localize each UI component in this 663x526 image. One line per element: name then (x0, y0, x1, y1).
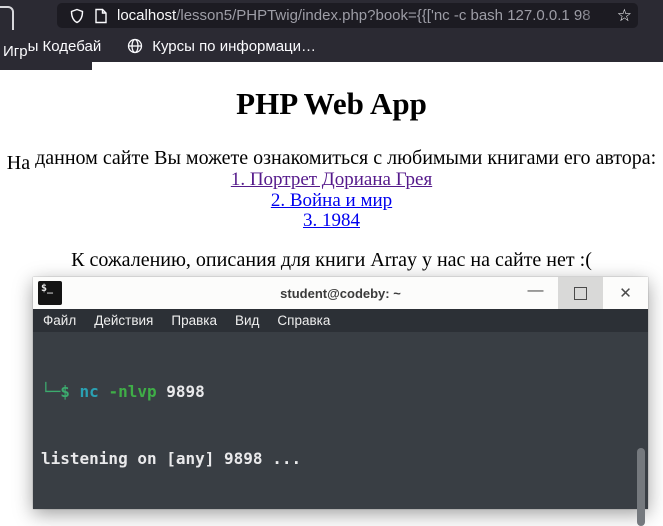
url-text[interactable]: localhost/lesson5/PHPTwig/index.php?book… (117, 3, 611, 28)
close-icon: ✕ (619, 285, 632, 302)
command: nc (79, 381, 99, 401)
web-page: PHP Web App На данном сайте Вы можете оз… (0, 62, 663, 272)
no-description-text: К сожалению, описания для книги Array у … (71, 248, 592, 271)
minimize-button[interactable]: — (513, 277, 558, 309)
menu-help[interactable]: Справка (268, 313, 339, 328)
book-link-2[interactable]: 2. Война и мир (0, 190, 663, 212)
terminal-titlebar[interactable]: $_ student@codeby: ~ — ✕ (33, 277, 648, 309)
bookmark-item-codeby[interactable]: Игр ы Кодебай (3, 37, 102, 60)
command-flags: -nlvp (108, 381, 157, 401)
intro-rest: данном сайте Вы можете ознакомиться с лю… (30, 147, 657, 170)
bookmark-item-courses[interactable]: Курсы по информаци… (127, 38, 316, 55)
bookmark-label-rest: ы Кодебай (27, 37, 102, 55)
menu-actions[interactable]: Действия (85, 313, 162, 328)
maximize-icon (574, 286, 587, 300)
browser-toolbar: localhost/lesson5/PHPTwig/index.php?book… (0, 0, 663, 36)
page-info-icon[interactable] (94, 8, 108, 24)
terminal-scrollbar-thumb[interactable] (637, 448, 645, 526)
terminal-menubar: Файл Действия Правка Вид Справка (33, 309, 648, 332)
bookmark-label-prefix: Игр (3, 42, 28, 60)
bookmarks-bar: Игр ы Кодебай Курсы по информаци… (0, 30, 663, 62)
menu-view[interactable]: Вид (226, 313, 268, 328)
maximize-button[interactable] (558, 277, 603, 309)
bookmark-star-icon[interactable]: ☆ (617, 3, 632, 28)
url-path: /lesson5/PHPTwig/index.php?book={{['nc -… (176, 7, 591, 24)
book-link-3[interactable]: 3. 1984 (0, 211, 663, 232)
close-button[interactable]: ✕ (603, 277, 648, 309)
globe-icon (127, 38, 143, 54)
prompt-symbol: └─$ (41, 381, 70, 401)
menu-file[interactable]: Файл (33, 313, 85, 328)
menu-edit[interactable]: Правка (162, 313, 226, 328)
intro-text: На данном сайте Вы можете ознакомиться с… (0, 147, 663, 174)
terminal-output[interactable]: └─$ nc -nlvp 9898 listening on [any] 989… (33, 332, 648, 509)
shield-icon[interactable] (69, 8, 85, 24)
terminal-window: $_ student@codeby: ~ — ✕ Файл Действия П… (33, 277, 648, 526)
url-host: localhost (117, 7, 177, 24)
intro-prefix: На (6, 152, 31, 175)
page-title: PHP Web App (236, 86, 427, 121)
address-bar[interactable]: localhost/lesson5/PHPTwig/index.php?book… (57, 3, 638, 28)
book-link-1[interactable]: 1. Портрет Дориана Грея (0, 170, 663, 191)
bookmark-label: Курсы по информаци… (152, 37, 317, 55)
command-arg: 9898 (166, 381, 205, 401)
prompt-line: └─$ nc -nlvp 9898 (41, 381, 648, 403)
output-line: listening on [any] 9898 ... (41, 449, 302, 469)
window-controls: — ✕ (513, 277, 648, 309)
minimize-icon: — (527, 282, 544, 299)
book-list: 1. Портрет Дориана Грея 2. Война и мир 3… (0, 170, 663, 232)
